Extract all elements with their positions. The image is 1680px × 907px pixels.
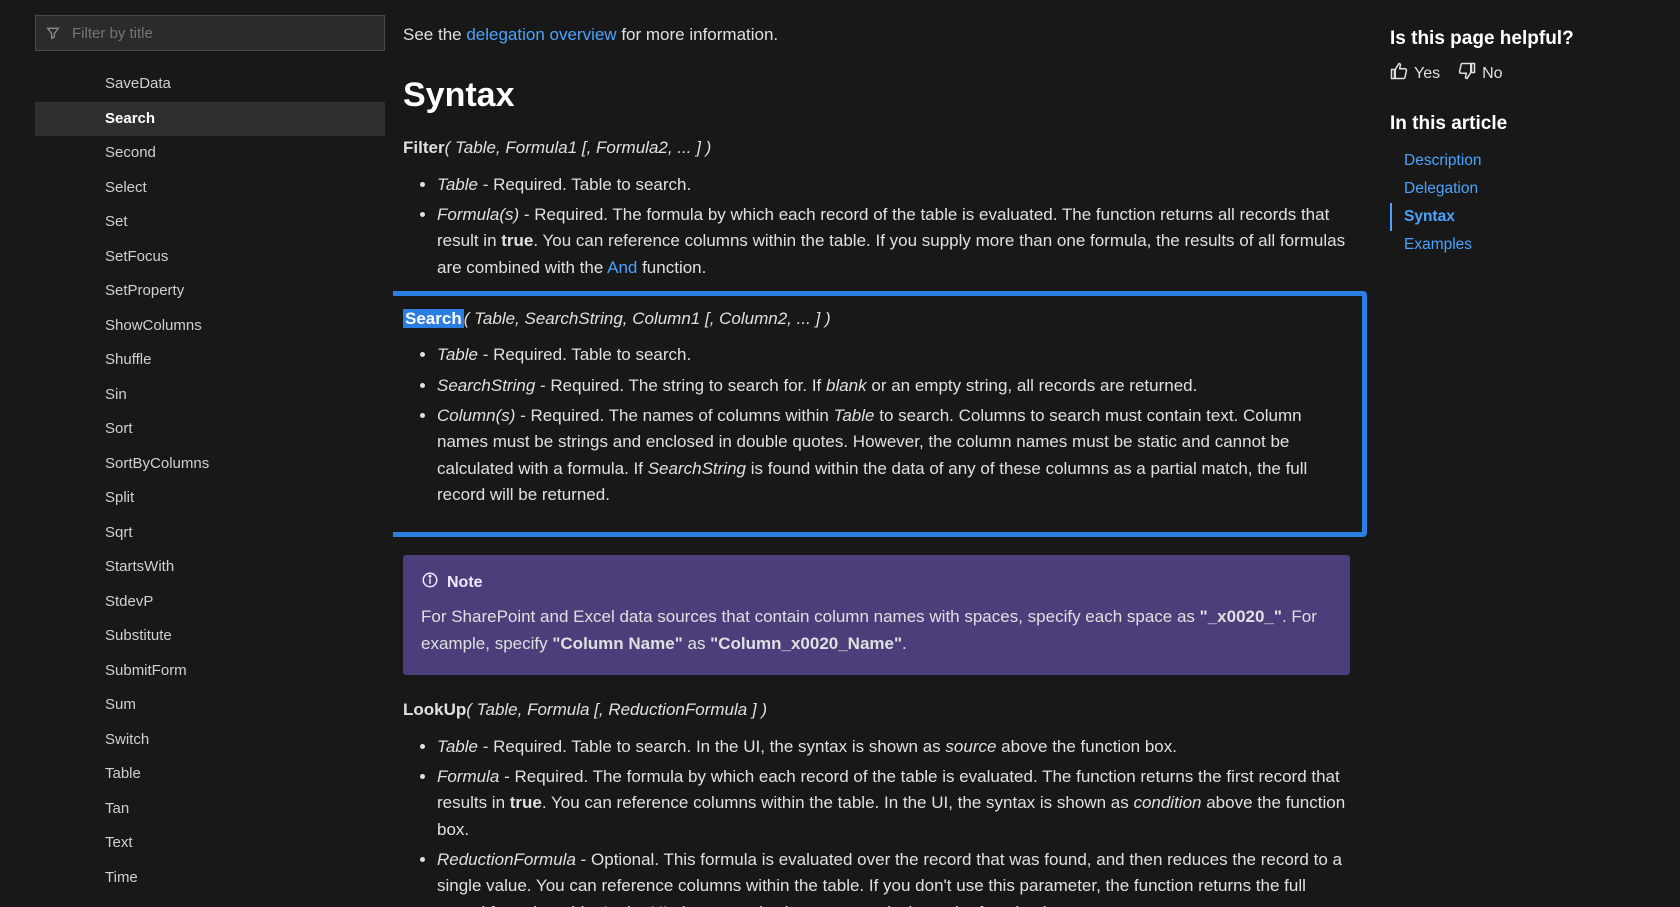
feedback-yes-label: Yes xyxy=(1414,65,1440,83)
intro-prefix: See the xyxy=(403,25,466,44)
sidebar-item-switch[interactable]: Switch xyxy=(35,723,385,758)
sidebar-item-set[interactable]: Set xyxy=(35,205,385,240)
toc-item-description[interactable]: Description xyxy=(1390,147,1660,175)
feedback-no-label: No xyxy=(1482,65,1502,83)
search-highlight-box: Search( Table, SearchString, Column1 [, … xyxy=(393,291,1367,537)
lookup-signature: LookUp( Table, Formula [, ReductionFormu… xyxy=(403,697,1350,723)
filter-params: Table - Required. Table to search. Formu… xyxy=(437,172,1350,281)
toc-item-delegation[interactable]: Delegation xyxy=(1390,175,1660,203)
lookup-param-formula: Formula - Required. The formula by which… xyxy=(437,764,1350,843)
search-param-columns: Column(s) - Required. The names of colum… xyxy=(437,403,1350,508)
nav-list: SaveDataSearchSecondSelectSetSetFocusSet… xyxy=(35,67,385,889)
search-param-searchstring: SearchString - Required. The string to s… xyxy=(437,373,1350,399)
sidebar-item-text[interactable]: Text xyxy=(35,826,385,861)
main-content: See the delegation overview for more inf… xyxy=(393,0,1380,907)
search-params: Table - Required. Table to search. Searc… xyxy=(437,342,1350,508)
syntax-heading: Syntax xyxy=(403,76,1350,115)
sidebar-item-sin[interactable]: Sin xyxy=(35,378,385,413)
sidebar-item-showcolumns[interactable]: ShowColumns xyxy=(35,309,385,344)
sidebar-item-submitform[interactable]: SubmitForm xyxy=(35,654,385,689)
delegation-overview-link[interactable]: delegation overview xyxy=(466,25,616,44)
info-icon xyxy=(421,571,439,594)
sidebar-item-split[interactable]: Split xyxy=(35,481,385,516)
sidebar-item-table[interactable]: Table xyxy=(35,757,385,792)
thumbs-down-icon xyxy=(1458,62,1476,85)
sidebar-item-shuffle[interactable]: Shuffle xyxy=(35,343,385,378)
toc-heading: In this article xyxy=(1390,113,1660,135)
filter-param-formulas: Formula(s) - Required. The formula by wh… xyxy=(437,202,1350,281)
filter-wrap xyxy=(35,15,385,51)
sidebar-item-search[interactable]: Search xyxy=(35,102,385,137)
sidebar-item-tan[interactable]: Tan xyxy=(35,792,385,827)
search-signature: Search( Table, SearchString, Column1 [, … xyxy=(403,306,1350,332)
sidebar-item-setproperty[interactable]: SetProperty xyxy=(35,274,385,309)
feedback-no-button[interactable]: No xyxy=(1458,62,1502,85)
feedback-row: Yes No xyxy=(1390,62,1660,85)
sidebar-item-startswith[interactable]: StartsWith xyxy=(35,550,385,585)
nav-scroll[interactable]: SaveDataSearchSecondSelectSetSetFocusSet… xyxy=(35,59,385,889)
filter-signature: Filter( Table, Formula1 [, Formula2, ...… xyxy=(403,135,1350,161)
filter-input[interactable] xyxy=(35,15,385,51)
intro-paragraph: See the delegation overview for more inf… xyxy=(403,22,1350,48)
search-param-table: Table - Required. Table to search. xyxy=(437,342,1350,368)
filter-icon xyxy=(45,25,61,41)
sidebar-item-substitute[interactable]: Substitute xyxy=(35,619,385,654)
sidebar-item-sort[interactable]: Sort xyxy=(35,412,385,447)
toc-item-syntax[interactable]: Syntax xyxy=(1390,203,1660,231)
lookup-param-reduction: ReductionFormula - Optional. This formul… xyxy=(437,847,1350,907)
lookup-params: Table - Required. Table to search. In th… xyxy=(437,734,1350,907)
toc-list: DescriptionDelegationSyntaxExamples xyxy=(1390,147,1660,259)
sidebar-item-savedata[interactable]: SaveData xyxy=(35,67,385,102)
filter-param-table: Table - Required. Table to search. xyxy=(437,172,1350,198)
sidebar-item-time[interactable]: Time xyxy=(35,861,385,890)
feedback-yes-button[interactable]: Yes xyxy=(1390,62,1440,85)
sidebar-item-second[interactable]: Second xyxy=(35,136,385,171)
note-heading: Note xyxy=(421,571,1332,594)
note-label: Note xyxy=(447,574,483,592)
intro-suffix: for more information. xyxy=(617,25,779,44)
sidebar-item-sum[interactable]: Sum xyxy=(35,688,385,723)
note-body: For SharePoint and Excel data sources th… xyxy=(421,604,1332,657)
helpful-heading: Is this page helpful? xyxy=(1390,28,1660,50)
sidebar-nav: SaveDataSearchSecondSelectSetSetFocusSet… xyxy=(0,0,393,907)
thumbs-up-icon xyxy=(1390,62,1408,85)
sidebar-item-setfocus[interactable]: SetFocus xyxy=(35,240,385,275)
sidebar-item-sqrt[interactable]: Sqrt xyxy=(35,516,385,551)
sidebar-item-select[interactable]: Select xyxy=(35,171,385,206)
sidebar-item-stdevp[interactable]: StdevP xyxy=(35,585,385,620)
toc-item-examples[interactable]: Examples xyxy=(1390,231,1660,259)
right-rail: Is this page helpful? Yes No In thi xyxy=(1380,0,1680,907)
and-function-link[interactable]: And xyxy=(607,258,637,277)
note-box: Note For SharePoint and Excel data sourc… xyxy=(403,555,1350,675)
lookup-param-table: Table - Required. Table to search. In th… xyxy=(437,734,1350,760)
sidebar-item-sortbycolumns[interactable]: SortByColumns xyxy=(35,447,385,482)
